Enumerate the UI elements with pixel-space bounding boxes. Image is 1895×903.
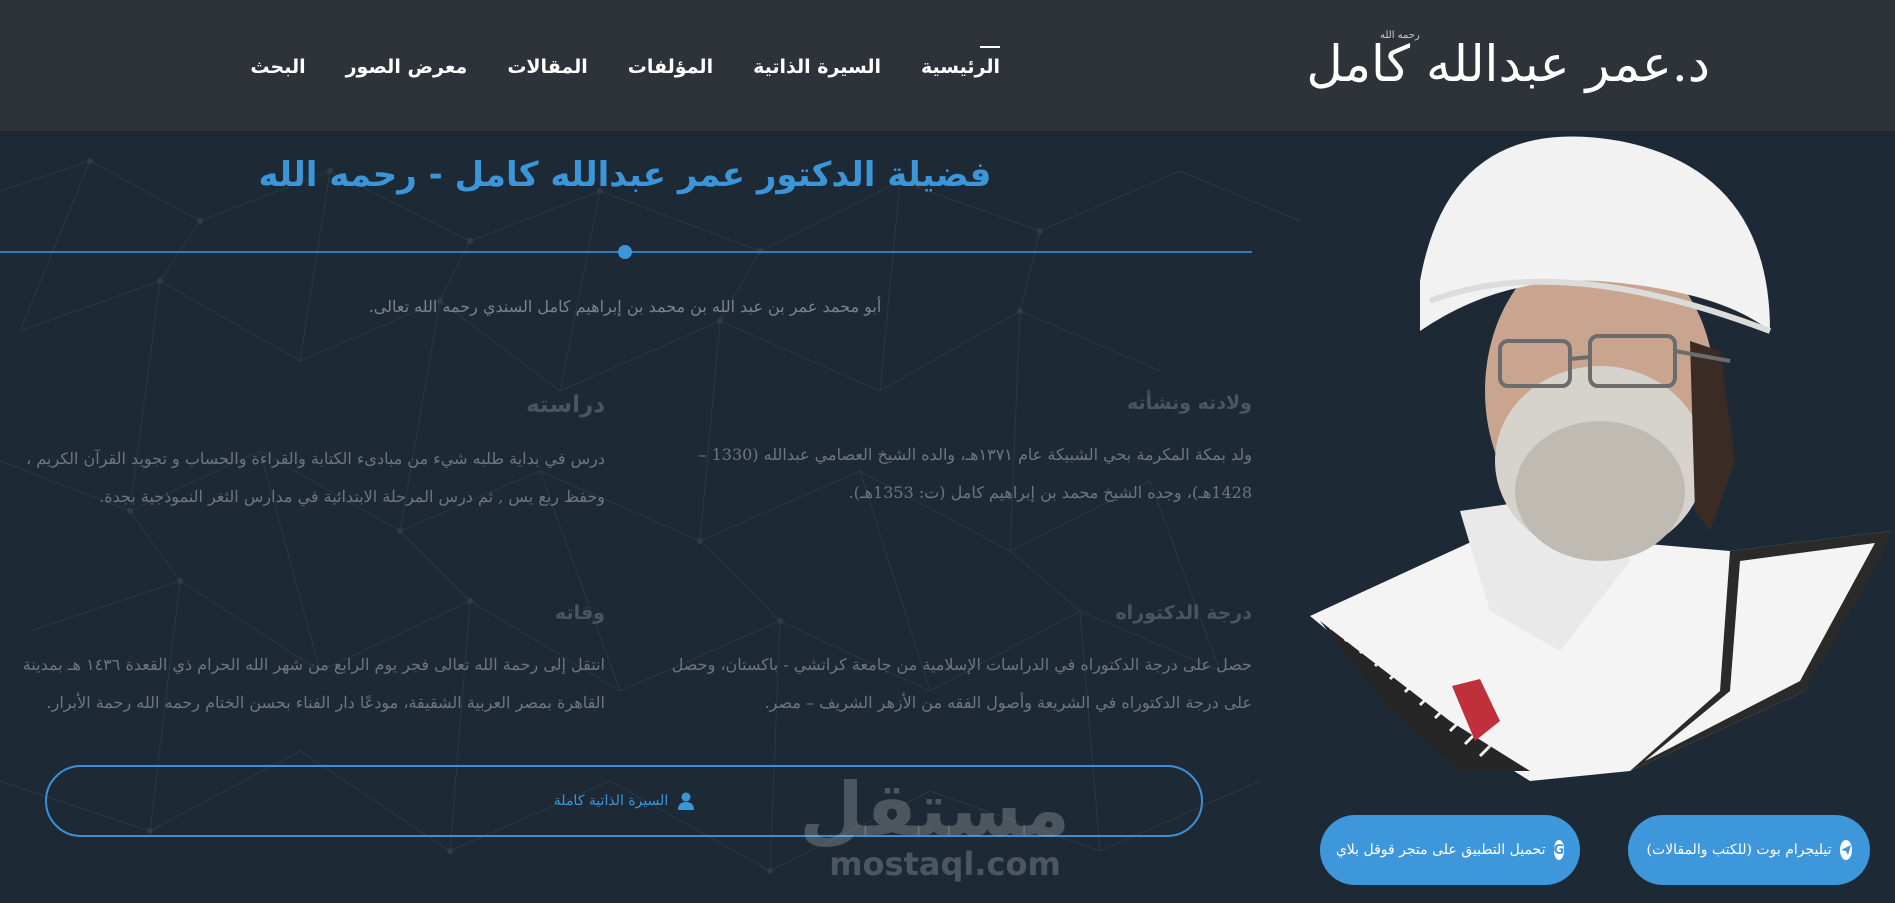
telegram-icon [1839, 840, 1852, 860]
section-death-text: انتقل إلى رحمة الله تعالى فجر يوم الرابع… [22, 655, 605, 712]
portrait-image [1310, 136, 1890, 781]
nav-item-home[interactable]: الرئيسية [921, 46, 1000, 78]
site-header: رحمه الله د.عمر عبدالله كامل الرئيسية ال… [0, 0, 1895, 131]
user-icon [678, 792, 695, 810]
site-logo[interactable]: د.عمر عبدالله كامل [1306, 24, 1712, 104]
mostaql-watermark: مستقل mostaql.com [799, 767, 1070, 883]
telegram-bot-button[interactable]: تيليجرام بوت (للكتب والمقالات) [1628, 815, 1870, 885]
nav-item-search[interactable]: البحث [250, 56, 305, 78]
page-title: فضيلة الدكتور عمر عبدالله كامل - رحمه ال… [258, 155, 992, 195]
nav-item-works[interactable]: المؤلفات [628, 56, 713, 78]
title-divider-dot [618, 245, 632, 259]
section-death-heading: وفاته [554, 602, 605, 624]
google-icon: G [1553, 840, 1565, 860]
google-play-button[interactable]: G تحميل التطبيق على متجر قوقل بلاي [1320, 815, 1580, 885]
main-nav: الرئيسية السيرة الذاتية المؤلفات المقالا… [250, 46, 1000, 84]
nav-item-gallery[interactable]: معرض الصور [346, 56, 468, 78]
section-death: وفاته انتقل إلى رحمة الله تعالى فجر يوم … [15, 602, 605, 722]
full-biography-label: السيرة الذاتية كاملة [553, 793, 669, 809]
nav-item-biography[interactable]: السيرة الذاتية [753, 56, 881, 78]
intro-text: أبو محمد عمر بن عبد الله بن محمد بن إبرا… [368, 297, 882, 316]
section-study-heading: دراسته [526, 392, 605, 418]
section-birth-text: ولد بمكة المكرمة بحي الشبيكة عام ١٣٧١هـ،… [698, 445, 1252, 502]
section-doctorate: درجة الدكتوراه حصل على درجة الدكتوراه في… [645, 602, 1252, 722]
section-doctorate-text: حصل على درجة الدكتوراه في الدراسات الإسل… [671, 655, 1252, 712]
google-play-label: تحميل التطبيق على متجر قوقل بلاي [1335, 842, 1546, 858]
section-birth: ولادته ونشأته ولد بمكة المكرمة بحي الشبي… [645, 392, 1252, 512]
watermark-latin: mostaql.com [829, 845, 1061, 883]
watermark-arabic: مستقل [799, 767, 1070, 853]
section-study: دراسته درس في بداية طلبه شيء من مبادىء ا… [15, 392, 605, 516]
section-birth-heading: ولادته ونشأته [1126, 392, 1252, 414]
telegram-bot-label: تيليجرام بوت (للكتب والمقالات) [1646, 842, 1832, 858]
section-study-text: درس في بداية طلبه شيء من مبادىء الكتابة … [26, 449, 605, 506]
nav-item-articles[interactable]: المقالات [507, 56, 587, 78]
section-doctorate-heading: درجة الدكتوراه [1115, 602, 1252, 624]
